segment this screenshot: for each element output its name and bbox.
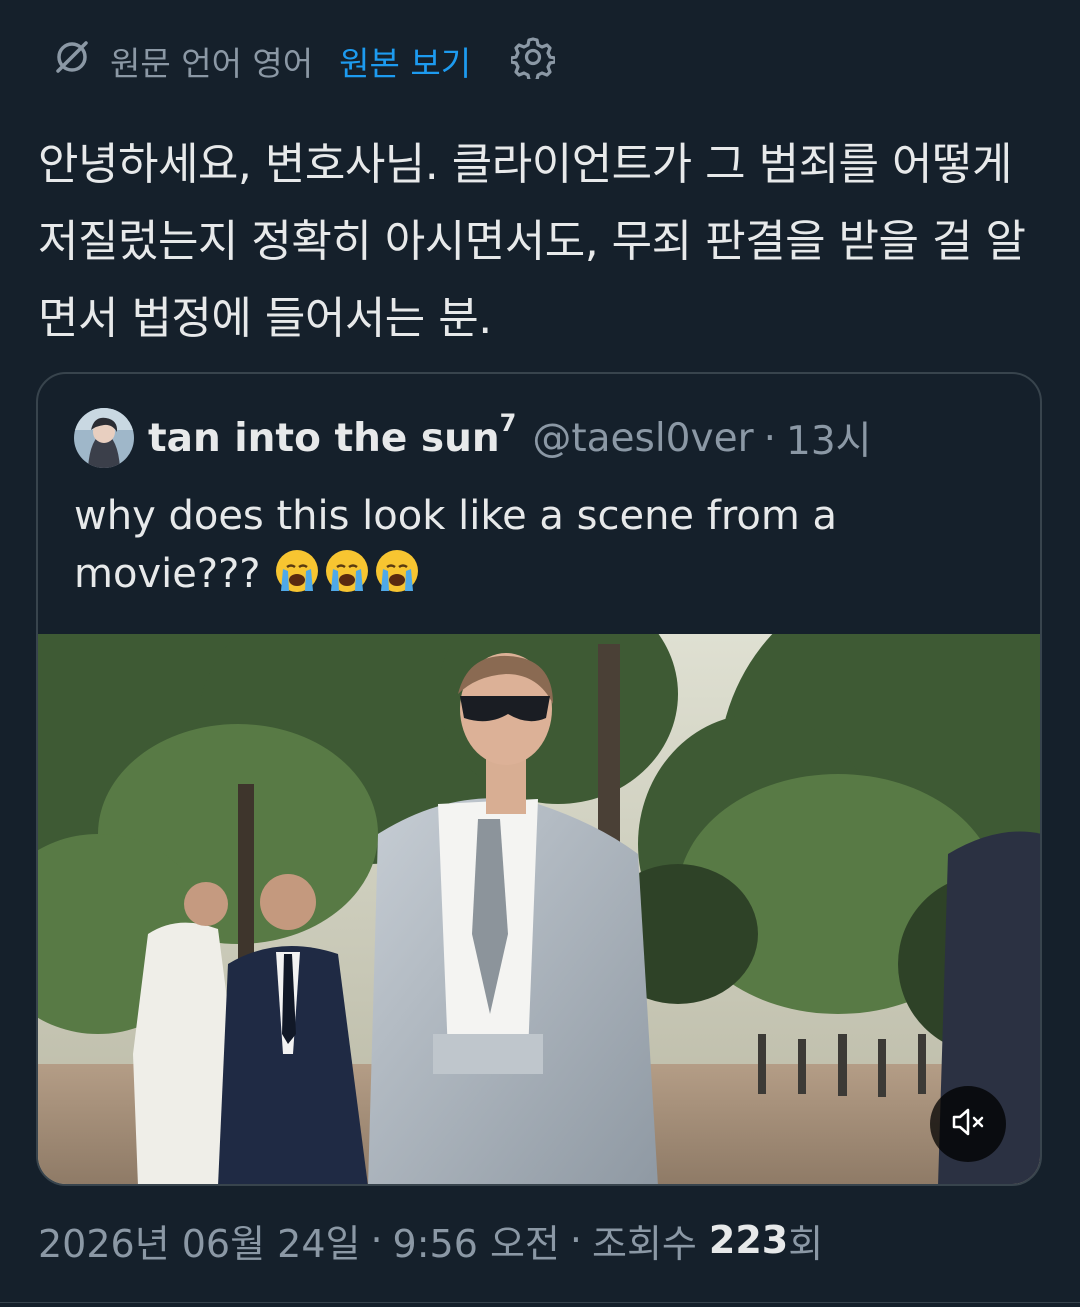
quoted-handle[interactable]: @taesl0ver <box>532 416 753 461</box>
views-count[interactable]: 223 <box>709 1218 788 1262</box>
source-language-label: 원문 언어 영어 <box>110 44 314 83</box>
separator-dot: · <box>763 415 777 461</box>
tweet-time: 9:56 오전 <box>392 1221 560 1266</box>
name-superscript: 7 <box>499 409 517 437</box>
quoted-time[interactable]: 13시 <box>786 410 872 466</box>
avatar[interactable] <box>74 408 134 468</box>
mute-button[interactable] <box>930 1086 1006 1162</box>
translation-bar: 원문 언어 영어 원본 보기 <box>52 35 557 87</box>
crying-face-icon <box>373 547 421 611</box>
separator-dot: · <box>370 1218 383 1262</box>
video-frame <box>38 634 1040 1184</box>
quoted-tweet-header: tan into the sun7 @taesl0ver · 13시 <box>74 408 872 468</box>
translate-slash-icon <box>52 37 92 85</box>
tweet-date: 2026년 06월 24일 <box>38 1221 361 1266</box>
quoted-tweet-card[interactable]: tan into the sun7 @taesl0ver · 13시 why d… <box>36 372 1042 1186</box>
quoted-tweet-text: why does this look like a scene from a m… <box>74 487 974 611</box>
crying-face-icon <box>273 547 321 611</box>
separator-dot: · <box>569 1218 582 1262</box>
divider <box>0 1302 1080 1303</box>
views-label: 조회수 <box>591 1221 697 1266</box>
speaker-muted-icon <box>948 1102 988 1146</box>
tweet-meta: 2026년 06월 24일 · 9:56 오전 · 조회수 223 회 <box>38 1210 823 1270</box>
tweet-text: 안녕하세요, 변호사님. 클라이언트가 그 범죄를 어떻게 저질렀는지 정확히 … <box>38 139 1026 344</box>
video-player[interactable] <box>38 634 1040 1184</box>
views-suffix: 회 <box>788 1221 824 1266</box>
quoted-display-name[interactable]: tan into the sun7 <box>148 409 516 461</box>
crying-face-icon <box>323 547 371 611</box>
view-original-link[interactable]: 원본 보기 <box>339 37 471 85</box>
gear-icon[interactable] <box>509 35 557 87</box>
